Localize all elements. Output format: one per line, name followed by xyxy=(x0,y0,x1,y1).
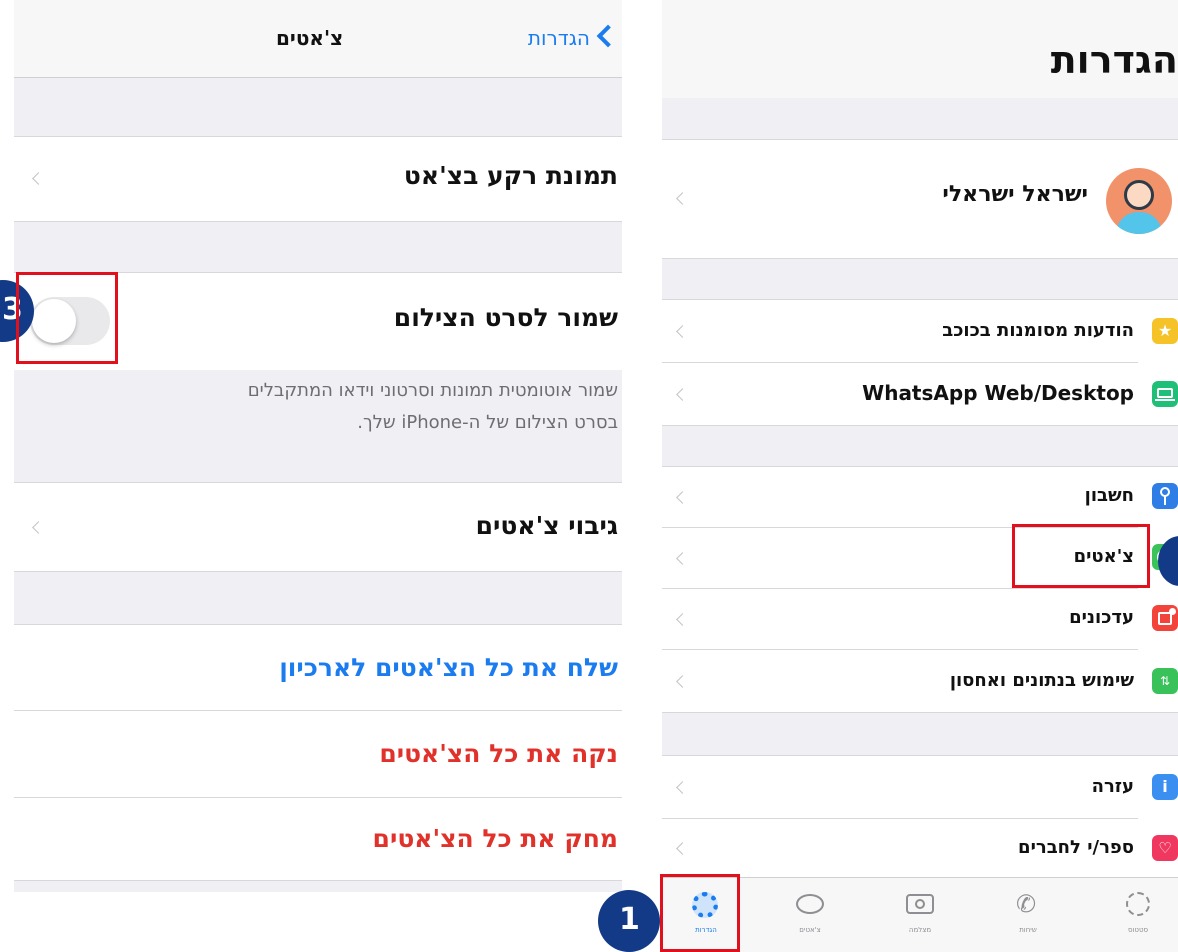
section-gap xyxy=(662,712,1178,756)
menu-item-label: עדכונים xyxy=(1069,607,1134,628)
highlight-chats-box xyxy=(1012,524,1150,588)
delete-all-row[interactable]: מחק את כל הצ'אטים xyxy=(14,798,622,880)
chevron-right-icon xyxy=(32,521,45,534)
status-ring-icon xyxy=(1126,892,1150,916)
section-gap xyxy=(662,425,1178,467)
clear-all-label: נקה את כל הצ'אטים xyxy=(379,739,618,768)
laptop-icon xyxy=(1152,381,1178,407)
highlight-toggle-box xyxy=(16,272,118,364)
key-icon xyxy=(1152,483,1178,509)
menu-item-label: חשבון xyxy=(1084,485,1134,506)
data-arrows-icon: ⇅ xyxy=(1152,668,1178,694)
clear-all-row[interactable]: נקה את כל הצ'אטים xyxy=(14,711,622,797)
step-badge-1-label: 1 xyxy=(619,902,640,937)
menu-item-account[interactable]: חשבון xyxy=(662,467,1178,527)
profile-row[interactable]: ישראל ישראלי xyxy=(662,140,1178,258)
notification-icon xyxy=(1152,605,1178,631)
highlight-settings-tab-box xyxy=(660,874,740,952)
menu-item-help[interactable]: i עזרה xyxy=(662,756,1178,818)
heart-icon: ♡ xyxy=(1152,835,1178,861)
section-gap xyxy=(14,572,622,624)
tab-camera-label: מצלמה xyxy=(908,926,932,934)
archive-all-label: שלח את כל הצ'אטים לארכיון xyxy=(279,653,618,682)
info-icon: i xyxy=(1152,774,1178,800)
archive-all-row[interactable]: שלח את כל הצ'אטים לארכיון xyxy=(14,624,622,710)
wallpaper-row[interactable]: תמונת רקע בצ'אט xyxy=(14,136,622,222)
chat-bubbles-icon xyxy=(796,894,824,914)
backup-label: גיבוי צ'אטים xyxy=(475,511,618,540)
tab-status[interactable]: סטטוס xyxy=(1108,886,1168,946)
chevron-back-icon xyxy=(596,24,620,48)
chevron-right-icon xyxy=(676,552,689,565)
camera-icon xyxy=(906,894,934,914)
menu-item-label: ספר/י לחברים xyxy=(1018,837,1134,858)
backup-row[interactable]: גיבוי צ'אטים xyxy=(14,482,622,572)
wallpaper-label: תמונת רקע בצ'אט xyxy=(403,161,618,190)
menu-item-notifications[interactable]: עדכונים xyxy=(662,589,1178,649)
delete-all-label: מחק את כל הצ'אטים xyxy=(372,824,618,853)
tab-calls-label: שיחות xyxy=(1019,926,1037,934)
save-to-camera-roll-label: שמור לסרט הצילום xyxy=(393,303,618,332)
left-nav-bar: הגדרות צ'אטים xyxy=(14,0,622,78)
step-badge-1: 1 xyxy=(598,890,660,952)
chevron-right-icon xyxy=(676,675,689,688)
menu-item-tell-friend[interactable]: ♡ ספר/י לחברים xyxy=(662,819,1178,877)
profile-name: ישראל ישראלי xyxy=(942,182,1088,207)
chevron-right-icon xyxy=(32,172,45,185)
avatar-body xyxy=(1116,212,1162,234)
chevron-right-icon xyxy=(676,491,689,504)
tab-chats-label: צ'אטים xyxy=(799,926,821,934)
left-nav-title: צ'אטים xyxy=(276,26,344,50)
menu-item-label: הודעות מסומנות בכוכב xyxy=(942,320,1134,341)
key-shaft-shape xyxy=(1164,496,1166,505)
back-button-label: הגדרות xyxy=(527,26,590,50)
save-description-line2: בסרט הצילום של ה-iPhone שלך. xyxy=(357,412,618,433)
chevron-right-icon xyxy=(676,842,689,855)
section-gap xyxy=(662,98,1178,140)
chevron-right-icon xyxy=(676,192,689,205)
tab-status-label: סטטוס xyxy=(1127,926,1149,934)
save-description-line1: שמור אוטומטית תמונות וסרטוני וידאו המתקב… xyxy=(247,380,618,401)
tab-calls[interactable]: ✆ שיחות xyxy=(998,886,1058,946)
menu-item-data-storage[interactable]: ⇅ שימוש בנתונים ואחסון xyxy=(662,650,1178,712)
tab-chats[interactable]: צ'אטים xyxy=(780,886,840,946)
menu-item-starred[interactable]: ★ הודעות מסומנות בכוכב xyxy=(662,300,1178,362)
right-screen: הגדרות ישראל ישראלי ★ הודעות מסומנות בכו… xyxy=(662,0,1178,952)
laptop-base-shape xyxy=(1155,399,1175,401)
avatar-face xyxy=(1124,180,1154,210)
notification-dot-shape xyxy=(1169,608,1176,615)
chevron-right-icon xyxy=(676,388,689,401)
bottom-gap xyxy=(14,880,622,892)
section-gap xyxy=(662,258,1178,300)
star-icon: ★ xyxy=(1152,318,1178,344)
chevron-right-icon xyxy=(676,781,689,794)
chevron-right-icon xyxy=(676,325,689,338)
left-screen: הגדרות צ'אטים תמונת רקע בצ'אט שמור לסרט … xyxy=(14,0,622,952)
camera-lens-shape xyxy=(915,899,925,909)
section-gap xyxy=(14,222,622,272)
menu-item-label: WhatsApp Web/Desktop xyxy=(862,381,1134,405)
settings-header: הגדרות xyxy=(662,0,1178,98)
avatar xyxy=(1106,168,1172,234)
back-button[interactable]: הגדרות xyxy=(492,18,622,58)
save-description-block: שמור אוטומטית תמונות וסרטוני וידאו המתקב… xyxy=(14,370,622,482)
menu-item-label: עזרה xyxy=(1091,776,1134,797)
phone-icon: ✆ xyxy=(1016,890,1037,918)
settings-title: הגדרות xyxy=(1050,38,1178,82)
laptop-screen-shape xyxy=(1157,388,1173,398)
menu-item-whatsapp-web[interactable]: WhatsApp Web/Desktop xyxy=(662,363,1178,425)
chevron-right-icon xyxy=(676,613,689,626)
section-gap xyxy=(14,78,622,136)
tab-camera[interactable]: מצלמה xyxy=(890,886,950,946)
menu-item-label: שימוש בנתונים ואחסון xyxy=(949,670,1134,691)
